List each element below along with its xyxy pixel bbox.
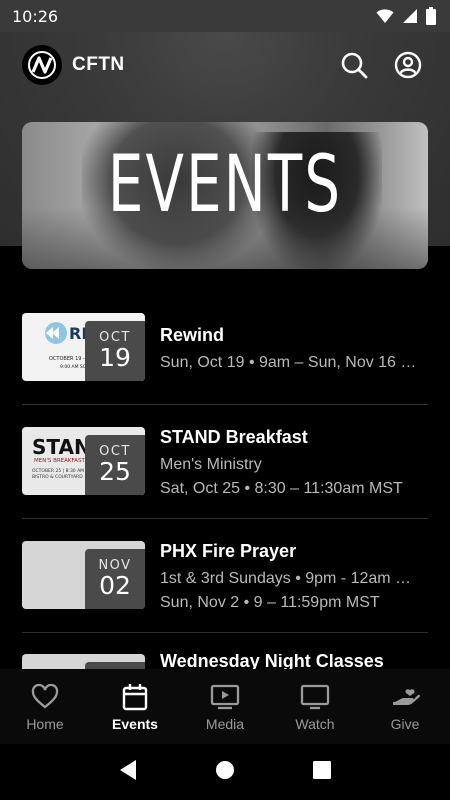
media-icon xyxy=(210,682,240,712)
nav-give[interactable]: Give xyxy=(360,669,450,744)
search-icon xyxy=(341,52,368,79)
event-date-badge: OCT 19 xyxy=(85,321,145,381)
event-text: Wednesday Night Classes xyxy=(160,654,428,669)
recents-button[interactable] xyxy=(312,760,332,785)
home-button[interactable] xyxy=(215,760,235,785)
event-title: STAND Breakfast xyxy=(160,427,308,447)
wifi-icon xyxy=(376,9,394,23)
nav-label: Media xyxy=(205,715,245,732)
heart-icon xyxy=(31,682,59,712)
account-button[interactable] xyxy=(388,45,428,85)
event-thumbnail: STAND MEN'S BREAKFAST OCTOBER 25 | 8:30 … xyxy=(22,427,145,495)
bottom-navigation: Home Events Media Watch Give xyxy=(0,669,450,744)
back-button[interactable] xyxy=(118,759,138,786)
battery-icon xyxy=(426,7,436,25)
status-bar: 10:26 xyxy=(0,0,450,32)
calendar-icon xyxy=(122,682,148,712)
event-thumbnail: REWIND OCTOBER 19 - NOVEMBER 16 9:00 AM … xyxy=(22,313,145,381)
event-date-badge: NOV 02 xyxy=(85,549,145,609)
event-day: 25 xyxy=(99,457,131,487)
status-time: 10:26 xyxy=(12,6,59,26)
event-thumbnail xyxy=(22,654,145,669)
nav-media[interactable]: Media xyxy=(180,669,270,744)
nav-label: Home xyxy=(26,715,64,732)
cftn-logo-icon[interactable] xyxy=(22,45,62,85)
list-divider xyxy=(22,632,428,633)
thumb-stand-subtitle: MEN'S BREAKFAST xyxy=(34,458,85,464)
tv-icon xyxy=(300,682,330,712)
event-item-rewind[interactable]: REWIND OCTOBER 19 - NOVEMBER 16 9:00 AM … xyxy=(22,313,428,381)
event-title: Wednesday Night Classes xyxy=(160,654,384,669)
event-date-badge xyxy=(85,662,145,669)
account-icon xyxy=(394,51,422,79)
event-detail: Sun, Nov 2 • 9 – 11:59pm MST xyxy=(160,594,380,611)
event-detail: Sat, Oct 25 • 8:30 – 11:30am MST xyxy=(160,480,403,497)
banner-title: EVENTS xyxy=(107,140,343,230)
nav-label: Events xyxy=(112,715,158,732)
recents-icon xyxy=(312,760,331,779)
nav-watch[interactable]: Watch xyxy=(270,669,360,744)
list-divider xyxy=(22,404,428,405)
app-title: CFTN xyxy=(72,54,125,75)
system-navigation-bar xyxy=(0,744,450,800)
event-item-phx-fire-prayer[interactable]: NOV 02 PHX Fire Prayer 1st & 3rd Sundays… xyxy=(22,541,428,615)
event-thumbnail: NOV 02 xyxy=(22,541,145,609)
search-button[interactable] xyxy=(334,45,374,85)
home-circle-icon xyxy=(215,760,234,779)
back-icon xyxy=(120,759,137,780)
thumb-stand-place: BISTRO & COURTYARD xyxy=(32,474,83,480)
status-icons xyxy=(376,7,436,25)
event-item-stand-breakfast[interactable]: STAND MEN'S BREAKFAST OCTOBER 25 | 8:30 … xyxy=(22,427,428,501)
events-banner: EVENTS xyxy=(22,122,428,269)
nav-events[interactable]: Events xyxy=(90,669,180,744)
event-detail: Sun, Oct 19 • 9am – Sun, Nov 16 … xyxy=(160,354,417,371)
event-category: Men's Ministry xyxy=(160,456,262,473)
thumb-stand-dates: OCTOBER 25 | 8:30 AM xyxy=(32,468,84,474)
event-recurrence: 1st & 3rd Sundays • 9pm - 12am … xyxy=(160,570,412,587)
nav-label: Watch xyxy=(295,715,335,732)
event-text: STAND Breakfast Men's Ministry Sat, Oct … xyxy=(160,427,428,501)
event-title: PHX Fire Prayer xyxy=(160,541,297,561)
give-icon xyxy=(390,682,420,712)
event-title: Rewind xyxy=(160,325,225,345)
event-text: PHX Fire Prayer 1st & 3rd Sundays • 9pm … xyxy=(160,541,428,615)
event-day: 02 xyxy=(99,571,131,601)
nav-label: Give xyxy=(390,715,420,732)
app-bar: CFTN xyxy=(0,32,450,98)
event-date-badge: OCT 25 xyxy=(85,435,145,495)
event-item-wednesday-night-classes[interactable]: Wednesday Night Classes xyxy=(22,654,428,669)
nav-home[interactable]: Home xyxy=(0,669,90,744)
event-text: Rewind Sun, Oct 19 • 9am – Sun, Nov 16 … xyxy=(160,313,428,381)
list-divider xyxy=(22,518,428,519)
event-day: 19 xyxy=(99,343,131,373)
signal-icon xyxy=(403,9,417,23)
